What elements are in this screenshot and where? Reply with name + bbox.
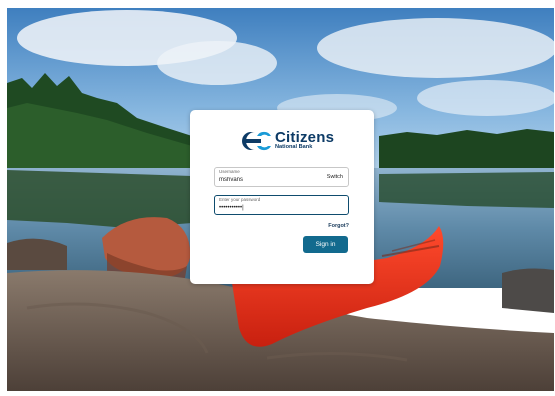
password-field[interactable]: Enter your password •••••••••••| — [214, 195, 349, 215]
password-input[interactable]: •••••••••••| — [219, 205, 315, 212]
password-label: Enter your password — [219, 197, 261, 202]
bank-name: Citizens — [275, 129, 335, 146]
sign-in-button[interactable]: Sign in — [303, 236, 348, 253]
citizens-c-icon — [242, 131, 271, 151]
username-field[interactable]: Username Switch — [214, 167, 349, 187]
bank-subtitle: National Bank — [275, 144, 313, 150]
switch-user-link[interactable]: Switch — [327, 174, 343, 181]
login-card: Citizens National Bank Username Switch E… — [190, 110, 374, 284]
bank-logo: Citizens National Bank — [237, 130, 334, 152]
forgot-password-link[interactable]: Forgot? — [328, 223, 349, 229]
username-input[interactable] — [219, 177, 315, 184]
username-label: Username — [219, 169, 240, 174]
